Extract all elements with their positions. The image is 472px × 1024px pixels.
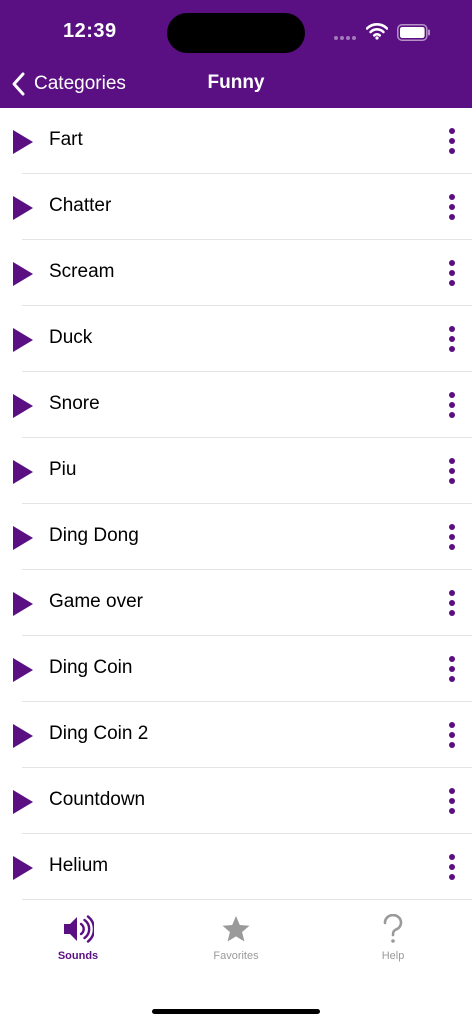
more-options-icon[interactable]: [446, 787, 458, 815]
wifi-icon: [366, 23, 388, 40]
sound-label: Game over: [49, 591, 143, 612]
more-options-icon[interactable]: [446, 457, 458, 485]
sound-label: Fart: [49, 129, 83, 150]
more-options-icon[interactable]: [446, 325, 458, 353]
tab-label: Sounds: [57, 950, 99, 962]
sound-label: Duck: [49, 327, 93, 348]
play-icon[interactable]: [13, 526, 33, 550]
list-item[interactable]: Snore: [0, 372, 472, 438]
play-icon[interactable]: [13, 790, 33, 814]
list-item[interactable]: Fart: [0, 108, 472, 174]
tab-help[interactable]: Help: [333, 914, 453, 962]
list-item[interactable]: Ding Coin: [0, 636, 472, 702]
more-options-icon[interactable]: [446, 655, 458, 683]
sound-label: Helium: [49, 855, 109, 876]
sound-label: Chatter: [49, 195, 112, 216]
tab-favorites[interactable]: Favorites: [176, 914, 296, 962]
list-item[interactable]: Duck: [0, 306, 472, 372]
more-options-icon[interactable]: [446, 193, 458, 221]
list-item[interactable]: Scream: [0, 240, 472, 306]
sound-label: Scream: [49, 261, 115, 282]
more-options-icon[interactable]: [446, 391, 458, 419]
list-item[interactable]: Helium: [0, 834, 472, 900]
play-icon[interactable]: [13, 460, 33, 484]
play-icon[interactable]: [13, 130, 33, 154]
list-item[interactable]: Chatter: [0, 174, 472, 240]
more-options-icon[interactable]: [446, 853, 458, 881]
tab-label: Help: [381, 950, 405, 962]
tab-sounds[interactable]: Sounds: [18, 914, 138, 962]
play-icon[interactable]: [13, 592, 33, 616]
navigation-header: 12:39 Categories Funny: [0, 0, 472, 108]
more-options-icon[interactable]: [446, 523, 458, 551]
dynamic-island: [167, 13, 305, 53]
more-options-icon[interactable]: [446, 259, 458, 287]
list-item[interactable]: Piu: [0, 438, 472, 504]
list-item[interactable]: Countdown: [0, 768, 472, 834]
play-icon[interactable]: [13, 724, 33, 748]
page-title: Funny: [207, 72, 265, 93]
sound-label: Ding Coin: [49, 657, 133, 678]
tab-bar: Sounds Favorites Help: [0, 900, 472, 1024]
sound-label: Ding Dong: [49, 525, 139, 546]
tab-label: Favorites: [213, 950, 259, 962]
speaker-icon: [64, 915, 94, 943]
list-item[interactable]: Ding Dong: [0, 504, 472, 570]
cellular-signal-icon: [334, 36, 356, 40]
more-options-icon[interactable]: [446, 589, 458, 617]
sound-label: Piu: [49, 459, 77, 480]
more-options-icon[interactable]: [446, 721, 458, 749]
star-icon: [222, 916, 250, 942]
question-icon: [383, 914, 403, 943]
play-icon[interactable]: [13, 394, 33, 418]
battery-icon: [397, 24, 430, 41]
status-time: 12:39: [63, 20, 117, 42]
play-icon[interactable]: [13, 856, 33, 880]
sound-list: Fart Chatter Scream Duck Snore Piu Ding Dong Ga…: [0, 108, 472, 900]
play-icon[interactable]: [13, 262, 33, 286]
home-indicator: [152, 1009, 320, 1014]
sound-label: Snore: [49, 393, 100, 414]
list-item[interactable]: Ding Coin 2: [0, 702, 472, 768]
sound-label: Countdown: [49, 789, 146, 810]
play-icon[interactable]: [13, 328, 33, 352]
play-icon[interactable]: [13, 196, 33, 220]
play-icon[interactable]: [13, 658, 33, 682]
sound-label: Ding Coin 2: [49, 723, 149, 744]
more-options-icon[interactable]: [446, 127, 458, 155]
list-item[interactable]: Game over: [0, 570, 472, 636]
